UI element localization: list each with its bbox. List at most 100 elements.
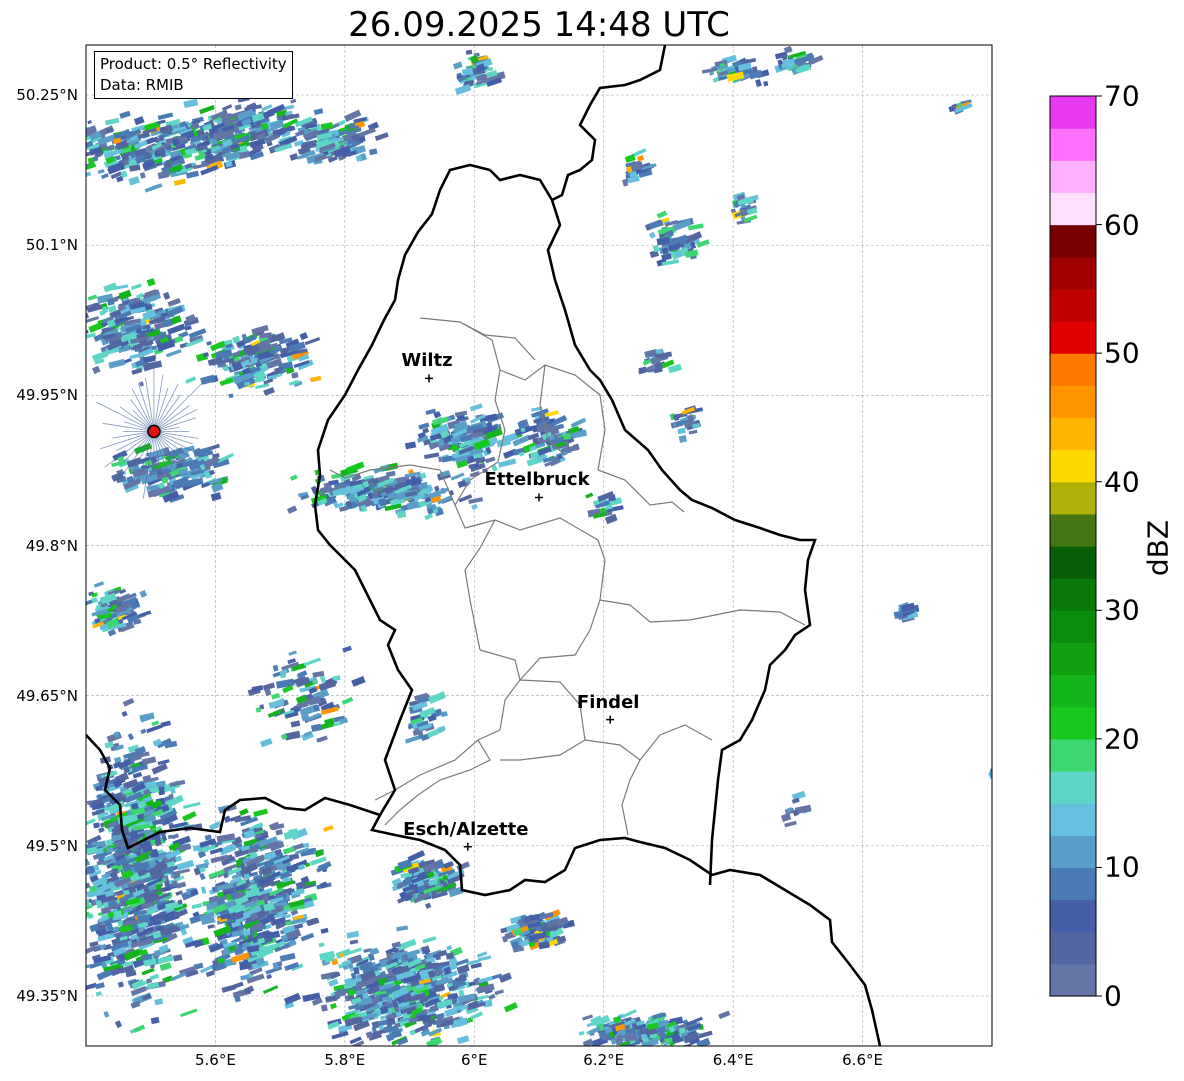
echo-cell [183,98,199,109]
echo-cell [122,697,135,707]
colorbar-segment [1050,513,1096,547]
echo-cell [157,119,166,125]
lat-label: 49.95°N [16,386,78,405]
echo-cell [396,925,409,932]
echo-cell [444,1006,458,1017]
echo-cell [276,961,283,967]
echo-cell [133,1024,146,1034]
product-label: Product: 0.5° Reflectivity [100,55,287,73]
colorbar-label: dBZ [1141,519,1175,577]
echo-cell [180,1008,198,1018]
echo-cell [452,61,463,70]
echo-cell [238,808,249,816]
echo-cell [193,962,204,970]
echo-cell [93,581,105,588]
colorbar-tick-label: 60 [1104,208,1140,242]
colorbar-segment [1050,835,1096,869]
echo-cell [87,119,93,125]
echo-cell [289,474,298,481]
city-label: Findel [576,691,640,713]
echo-cell [678,435,687,443]
echo-cell [991,769,992,776]
echo-cell [471,503,478,511]
echo-cell [264,688,272,696]
echo-cell [185,376,197,384]
echo-cell [206,340,212,346]
echo-cell [349,947,362,955]
lat-label: 50.1°N [25,236,78,255]
echo-cell [570,417,587,428]
echo-cell [488,993,496,1001]
colorbar-segment [1050,256,1096,290]
colorbar-segment [1050,674,1096,708]
echo-cell [251,684,264,693]
echo-cell [146,278,156,287]
colorbar-segment [1050,578,1096,611]
colorbar-segment [1050,449,1096,483]
echo-cell [465,49,473,55]
colorbar-segment [1050,160,1096,194]
echo-cell [154,998,164,1006]
echo-cell [279,952,296,962]
echo-cell [86,915,88,925]
echo-cell [286,505,298,515]
echo-cell [500,927,508,934]
echo-cell [91,365,101,375]
country-border-germany-luxembourg [489,169,817,886]
echo-cell [121,710,128,717]
colorbar-segment [1050,803,1096,836]
echo-cell [791,797,800,804]
echo-cell [86,151,91,160]
echo-cell [255,383,270,390]
echo-cell [456,1035,470,1045]
colorbar [1049,95,1102,997]
echo-cell [128,176,140,186]
echo-cell [95,991,103,997]
lat-label: 49.5°N [25,836,78,855]
echo-cell [167,834,173,840]
echo-cell [387,997,393,1004]
echo-cell [104,117,120,126]
echo-cell [144,183,163,193]
echo-cell [990,765,992,772]
city-marker [535,493,543,502]
echo-cell [318,942,325,948]
echo-cell [159,962,172,971]
lon-label: 6°E [461,1051,488,1069]
echo-cell [255,707,262,713]
echo-cell [656,210,668,219]
echo-cell [755,79,762,88]
echo-cell [424,513,434,521]
echo-cell [266,973,273,980]
echo-cell [437,725,446,733]
echo-cell [342,645,352,653]
echo-cell [284,962,300,972]
echo-cell [103,282,118,293]
echo-cell [622,1009,637,1018]
echo-cell [133,116,145,126]
echo-cell [275,829,283,836]
echo-cell [138,381,145,387]
city-marker [606,715,615,724]
echo-cell [304,337,321,346]
colorbar-segment [1050,963,1096,997]
echo-cell [114,1020,123,1029]
echo-cell [33,149,41,157]
echo-cell [107,298,115,306]
echo-cell [265,931,273,939]
echo-cell [316,735,328,743]
colorbar-segment [1050,771,1096,804]
echo-cell [310,375,322,383]
colorbar-tick-label: 70 [1104,79,1140,113]
colorbar-segment [1050,385,1096,419]
echo-cell [262,985,279,994]
echo-cell [303,657,321,667]
echo-cell [79,173,86,181]
echo-cell [95,982,105,990]
echo-cell [141,756,157,765]
echo-cell [284,730,301,741]
echo-cell [139,172,146,179]
colorbar-tick-label: 30 [1104,593,1140,627]
echo-cell [130,283,142,291]
colorbar-segment [1050,931,1096,965]
